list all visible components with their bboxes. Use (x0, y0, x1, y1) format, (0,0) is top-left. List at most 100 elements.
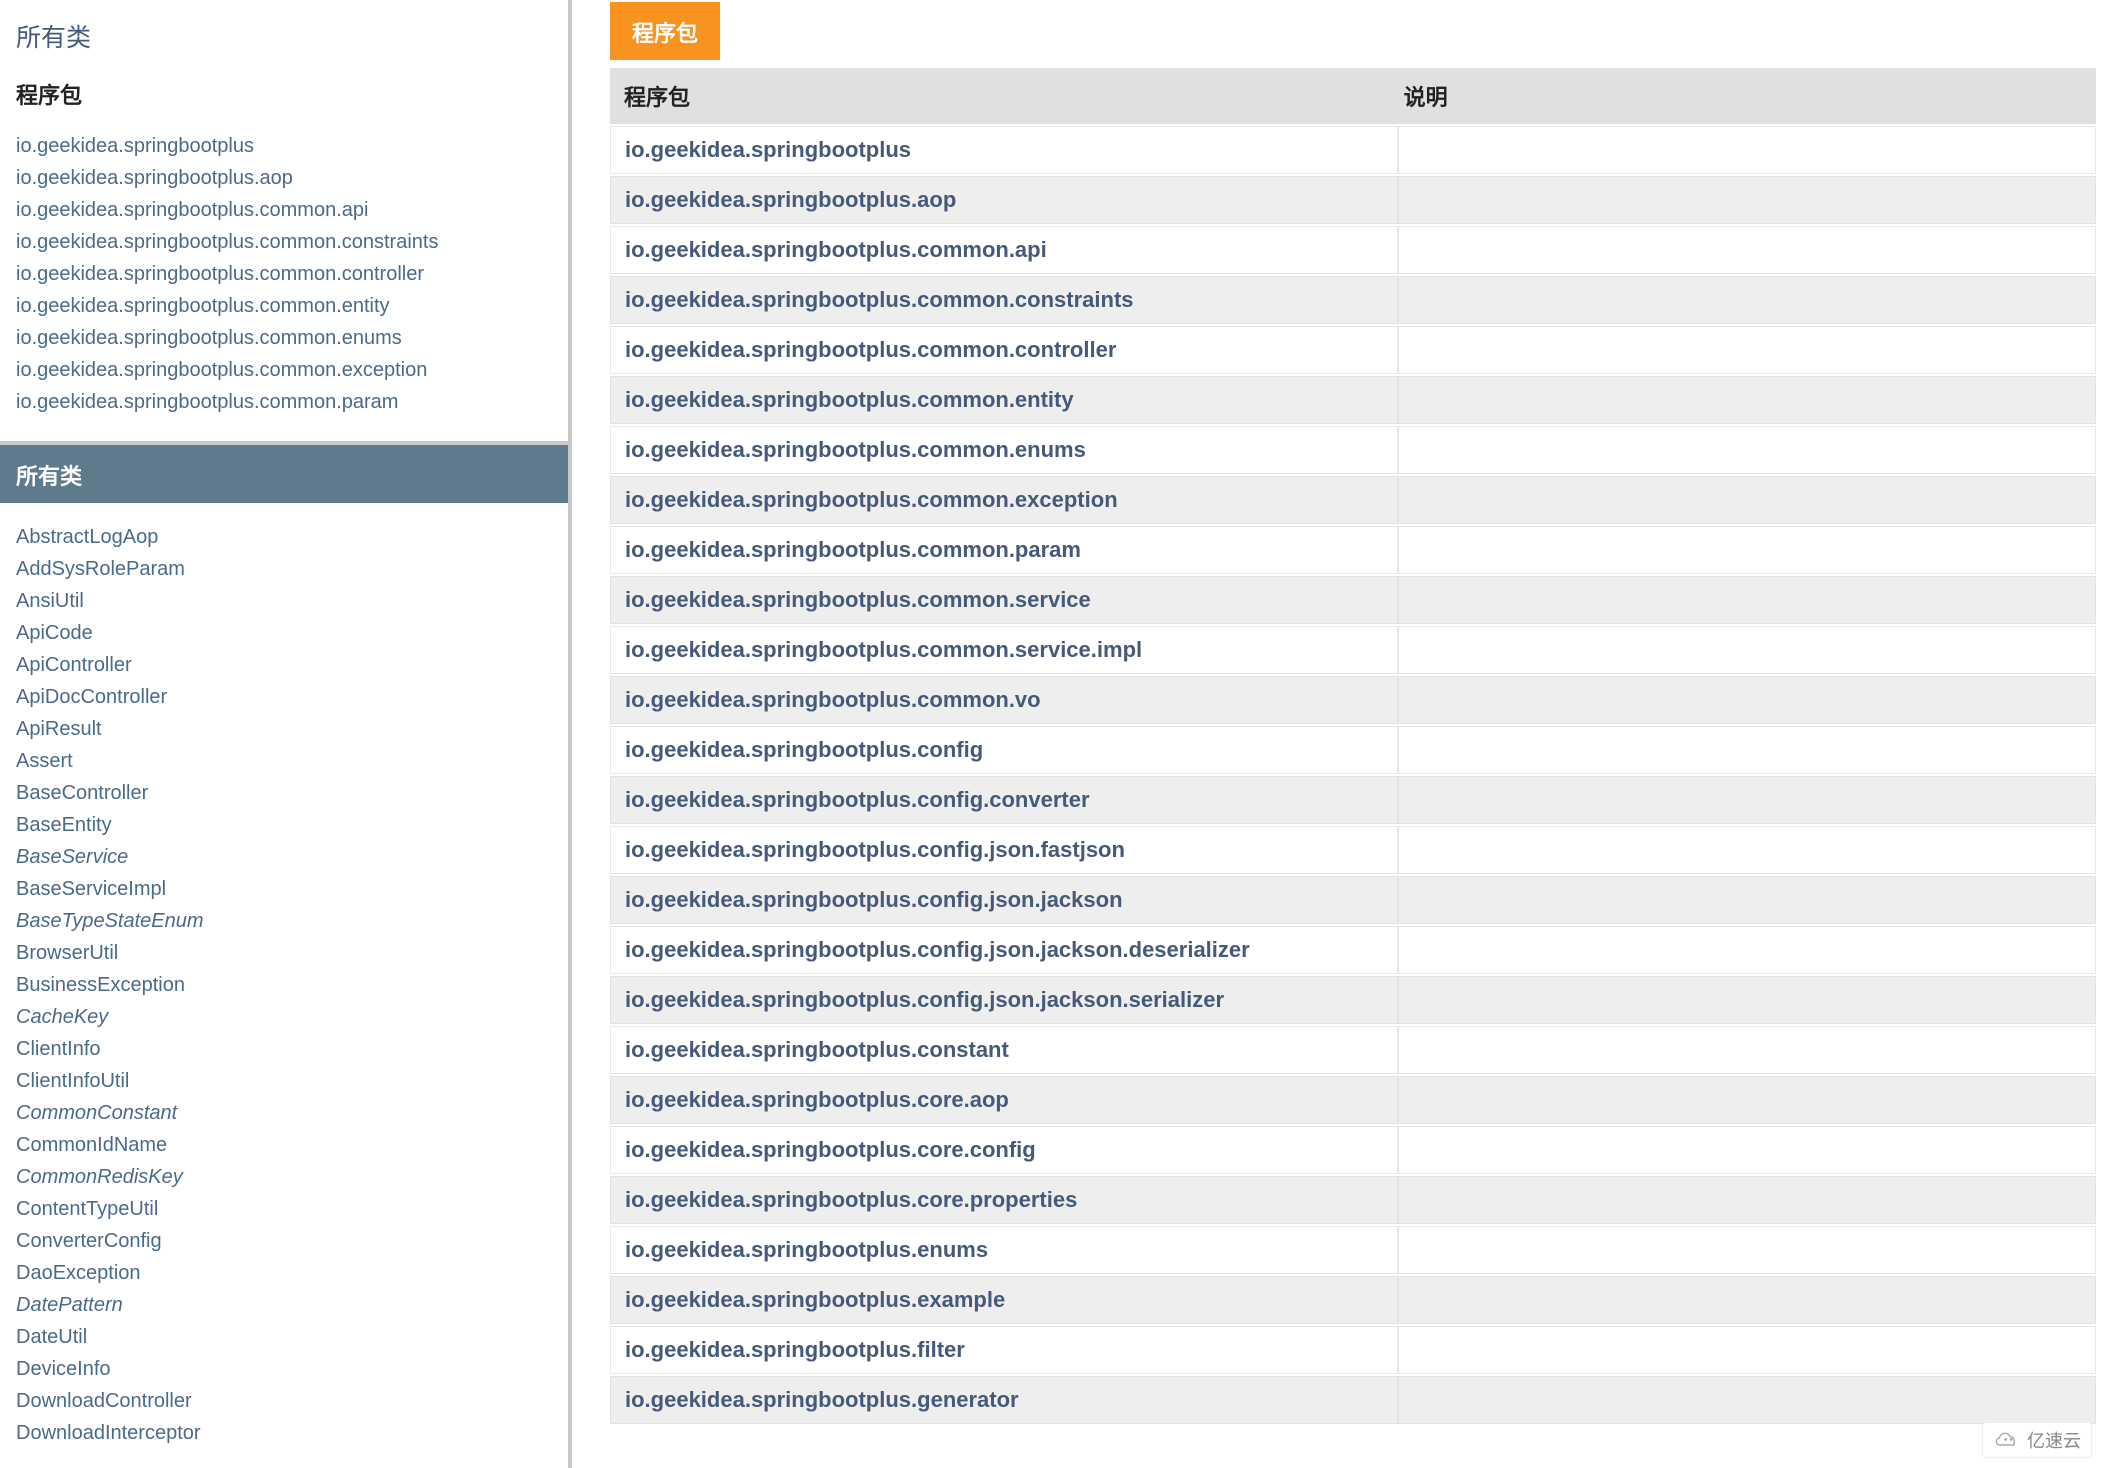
table-row: io.geekidea.springbootplus.common.servic… (610, 626, 2096, 674)
sidebar-package-link[interactable]: io.geekidea.springbootplus (16, 130, 552, 162)
description-cell (1398, 1326, 2096, 1374)
package-cell[interactable]: io.geekidea.springbootplus.core.aop (610, 1076, 1398, 1124)
description-cell (1398, 426, 2096, 474)
class-link[interactable]: DateUtil (16, 1321, 552, 1353)
package-cell[interactable]: io.geekidea.springbootplus.common.enums (610, 426, 1398, 474)
sidebar-package-link[interactable]: io.geekidea.springbootplus.common.constr… (16, 226, 552, 258)
description-cell (1398, 626, 2096, 674)
table-row: io.geekidea.springbootplus.common.constr… (610, 276, 2096, 324)
class-link[interactable]: ClientInfo (16, 1033, 552, 1065)
class-link[interactable]: ApiResult (16, 713, 552, 745)
table-row: io.geekidea.springbootplus (610, 126, 2096, 174)
description-cell (1398, 1076, 2096, 1124)
table-row: io.geekidea.springbootplus.enums (610, 1226, 2096, 1274)
class-link[interactable]: ConverterConfig (16, 1225, 552, 1257)
package-cell[interactable]: io.geekidea.springbootplus.core.config (610, 1126, 1398, 1174)
class-link[interactable]: ApiCode (16, 617, 552, 649)
table-row: io.geekidea.springbootplus.common.vo (610, 676, 2096, 724)
class-link[interactable]: BaseEntity (16, 809, 552, 841)
package-cell[interactable]: io.geekidea.springbootplus.common.entity (610, 376, 1398, 424)
table-row: io.geekidea.springbootplus.constant (610, 1026, 2096, 1074)
table-row: io.geekidea.springbootplus.core.properti… (610, 1176, 2096, 1224)
class-link[interactable]: Assert (16, 745, 552, 777)
class-link[interactable]: ClientInfoUtil (16, 1065, 552, 1097)
class-link[interactable]: BrowserUtil (16, 937, 552, 969)
package-cell[interactable]: io.geekidea.springbootplus.config.conver… (610, 776, 1398, 824)
table-row: io.geekidea.springbootplus.aop (610, 176, 2096, 224)
package-cell[interactable]: io.geekidea.springbootplus.config.json.j… (610, 976, 1398, 1024)
description-cell (1398, 726, 2096, 774)
classes-frame: 所有类 AbstractLogAopAddSysRoleParamAnsiUti… (0, 445, 568, 1468)
class-link[interactable]: ContentTypeUtil (16, 1193, 552, 1225)
package-cell[interactable]: io.geekidea.springbootplus (610, 126, 1398, 174)
class-link[interactable]: BaseServiceImpl (16, 873, 552, 905)
table-row: io.geekidea.springbootplus.config.json.j… (610, 926, 2096, 974)
package-cell[interactable]: io.geekidea.springbootplus.example (610, 1276, 1398, 1324)
description-cell (1398, 1026, 2096, 1074)
class-link[interactable]: DeviceInfo (16, 1353, 552, 1385)
packages-table: 程序包 说明 io.geekidea.springbootplusio.geek… (610, 66, 2096, 1426)
class-link[interactable]: CacheKey (16, 1001, 552, 1033)
sidebar-package-link[interactable]: io.geekidea.springbootplus.common.enums (16, 322, 552, 354)
package-cell[interactable]: io.geekidea.springbootplus.common.servic… (610, 576, 1398, 624)
package-cell[interactable]: io.geekidea.springbootplus.generator (610, 1376, 1398, 1424)
class-link[interactable]: ApiDocController (16, 681, 552, 713)
package-cell[interactable]: io.geekidea.springbootplus.common.api (610, 226, 1398, 274)
class-link[interactable]: AnsiUtil (16, 585, 552, 617)
description-cell (1398, 826, 2096, 874)
description-cell (1398, 1226, 2096, 1274)
package-cell[interactable]: io.geekidea.springbootplus.common.param (610, 526, 1398, 574)
description-cell (1398, 1376, 2096, 1424)
class-link[interactable]: BaseController (16, 777, 552, 809)
sidebar-package-link[interactable]: io.geekidea.springbootplus.common.entity (16, 290, 552, 322)
package-cell[interactable]: io.geekidea.springbootplus.common.constr… (610, 276, 1398, 324)
sidebar-package-link[interactable]: io.geekidea.springbootplus.common.api (16, 194, 552, 226)
class-link[interactable]: CommonConstant (16, 1097, 552, 1129)
table-row: io.geekidea.springbootplus.example (610, 1276, 2096, 1324)
table-row: io.geekidea.springbootplus.config.json.f… (610, 826, 2096, 874)
package-cell[interactable]: io.geekidea.springbootplus.config.json.j… (610, 926, 1398, 974)
class-link[interactable]: BusinessException (16, 969, 552, 1001)
class-link[interactable]: BaseService (16, 841, 552, 873)
package-cell[interactable]: io.geekidea.springbootplus.common.except… (610, 476, 1398, 524)
package-cell[interactable]: io.geekidea.springbootplus.filter (610, 1326, 1398, 1374)
main-panel: 程序包 程序包 说明 io.geekidea.springbootplusio.… (572, 0, 2106, 1468)
package-cell[interactable]: io.geekidea.springbootplus.config (610, 726, 1398, 774)
description-cell (1398, 326, 2096, 374)
table-row: io.geekidea.springbootplus.common.except… (610, 476, 2096, 524)
class-link[interactable]: DownloadInterceptor (16, 1417, 552, 1449)
package-cell[interactable]: io.geekidea.springbootplus.core.properti… (610, 1176, 1398, 1224)
all-classes-bar: 所有类 (0, 445, 568, 503)
table-row: io.geekidea.springbootplus.common.contro… (610, 326, 2096, 374)
table-row: io.geekidea.springbootplus.common.api (610, 226, 2096, 274)
package-cell[interactable]: io.geekidea.springbootplus.constant (610, 1026, 1398, 1074)
class-link[interactable]: ApiController (16, 649, 552, 681)
tab-packages[interactable]: 程序包 (610, 2, 720, 60)
description-cell (1398, 376, 2096, 424)
class-link[interactable]: DownloadController (16, 1385, 552, 1417)
table-row: io.geekidea.springbootplus.common.param (610, 526, 2096, 574)
all-classes-link[interactable]: 所有类 (16, 18, 552, 54)
class-link[interactable]: CommonIdName (16, 1129, 552, 1161)
class-link[interactable]: DatePattern (16, 1289, 552, 1321)
class-link[interactable]: CommonRedisKey (16, 1161, 552, 1193)
class-link[interactable]: BaseTypeStateEnum (16, 905, 552, 937)
column-header-package: 程序包 (610, 68, 1398, 124)
description-cell (1398, 776, 2096, 824)
package-cell[interactable]: io.geekidea.springbootplus.config.json.f… (610, 826, 1398, 874)
sidebar-package-link[interactable]: io.geekidea.springbootplus.common.param (16, 386, 552, 418)
column-header-description: 说明 (1398, 68, 2096, 124)
description-cell (1398, 276, 2096, 324)
sidebar-package-link[interactable]: io.geekidea.springbootplus.common.contro… (16, 258, 552, 290)
package-cell[interactable]: io.geekidea.springbootplus.common.contro… (610, 326, 1398, 374)
package-cell[interactable]: io.geekidea.springbootplus.config.json.j… (610, 876, 1398, 924)
class-link[interactable]: AddSysRoleParam (16, 553, 552, 585)
sidebar-package-link[interactable]: io.geekidea.springbootplus.common.except… (16, 354, 552, 386)
sidebar-package-link[interactable]: io.geekidea.springbootplus.aop (16, 162, 552, 194)
package-cell[interactable]: io.geekidea.springbootplus.aop (610, 176, 1398, 224)
package-cell[interactable]: io.geekidea.springbootplus.common.vo (610, 676, 1398, 724)
class-link[interactable]: AbstractLogAop (16, 521, 552, 553)
class-link[interactable]: DaoException (16, 1257, 552, 1289)
package-cell[interactable]: io.geekidea.springbootplus.common.servic… (610, 626, 1398, 674)
package-cell[interactable]: io.geekidea.springbootplus.enums (610, 1226, 1398, 1274)
